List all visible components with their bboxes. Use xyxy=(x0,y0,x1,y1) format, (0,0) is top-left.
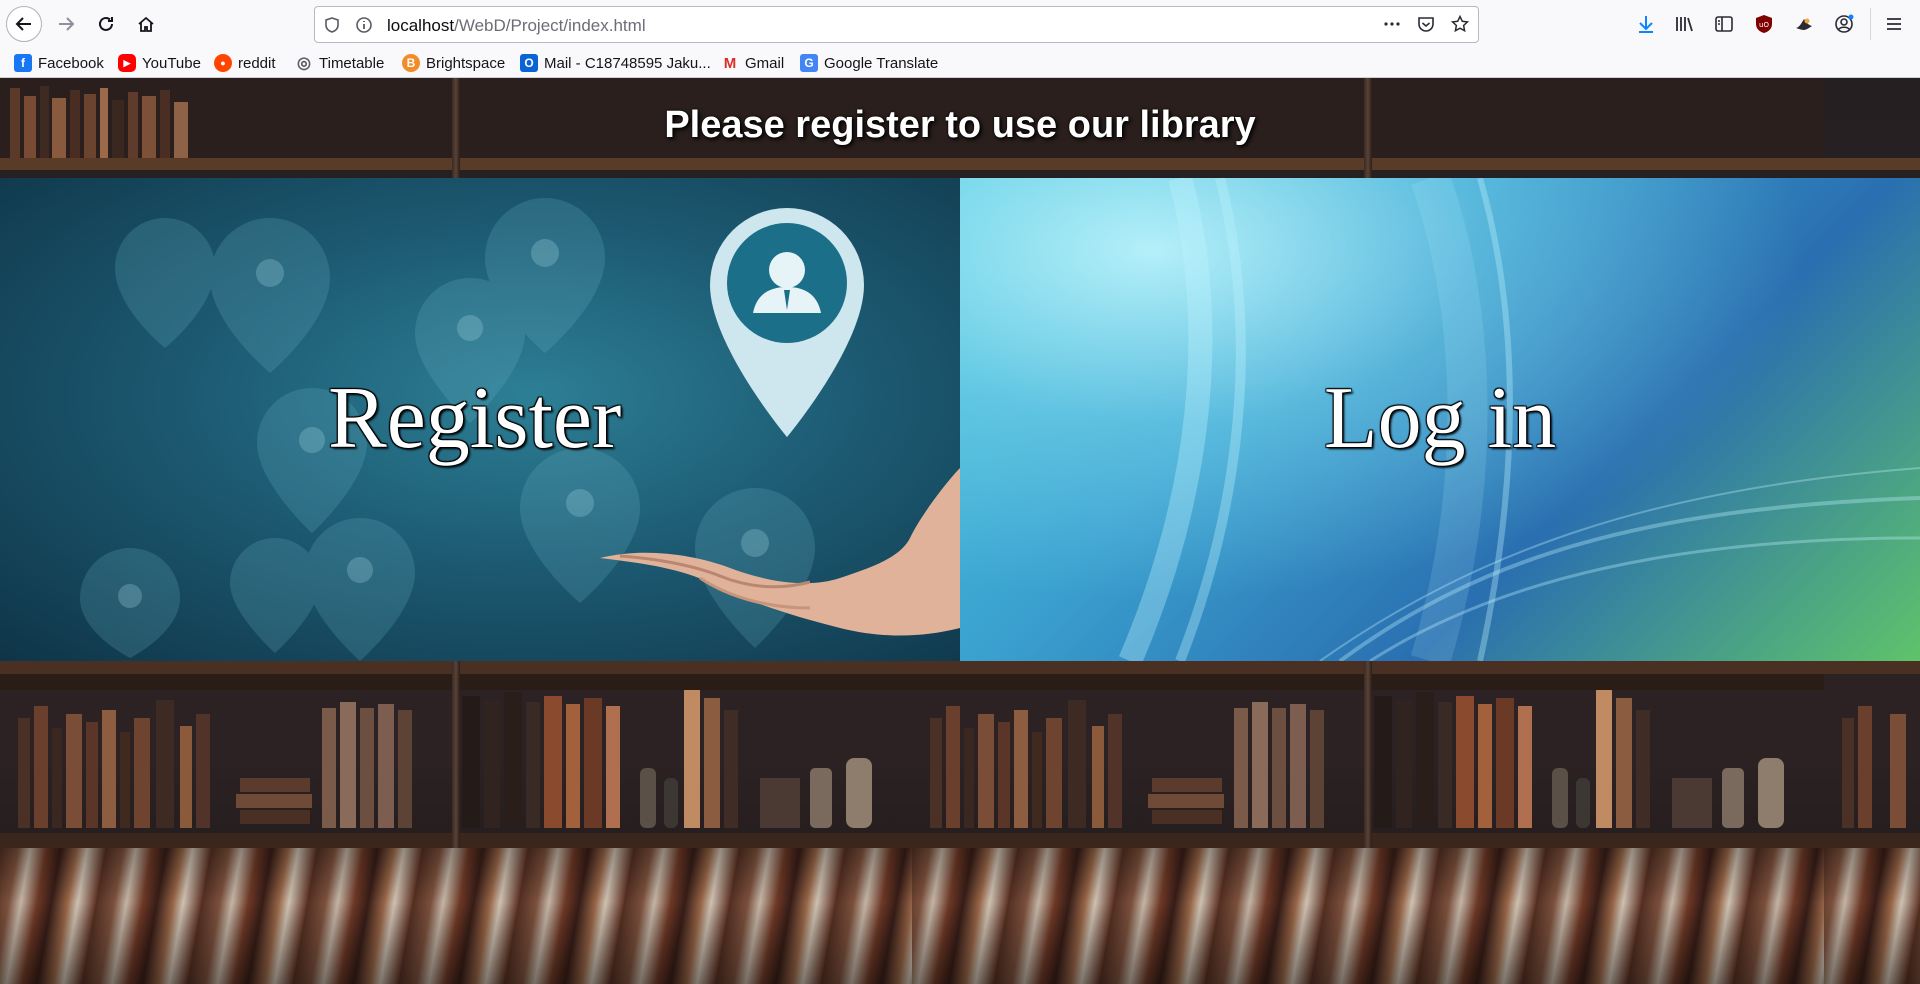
bookmarks-toolbar: f Facebook ▶ YouTube ● reddit ◎ Timetabl… xyxy=(0,48,1920,78)
forward-button[interactable] xyxy=(48,6,84,42)
sidebar-icon[interactable] xyxy=(1712,12,1736,36)
arrow-right-icon xyxy=(59,17,75,31)
bookmark-reddit[interactable]: ● reddit xyxy=(214,52,276,74)
site-info-icon[interactable] xyxy=(355,16,373,34)
home-button[interactable] xyxy=(128,6,164,42)
extension-icon[interactable] xyxy=(1792,12,1816,36)
bookmark-facebook[interactable]: f Facebook xyxy=(14,52,104,74)
url-text: localhost/WebD/Project/index.html xyxy=(387,16,646,36)
register-label[interactable]: Register xyxy=(0,368,960,469)
brightspace-icon: B xyxy=(402,54,420,72)
youtube-icon: ▶ xyxy=(118,54,136,72)
gmail-icon: M xyxy=(723,54,737,72)
account-icon[interactable] xyxy=(1832,12,1856,36)
bookmark-timetable[interactable]: ◎ Timetable xyxy=(295,52,384,74)
bookmark-label: reddit xyxy=(238,54,276,72)
url-path: /WebD/Project/index.html xyxy=(454,16,646,35)
url-host: localhost xyxy=(387,16,455,35)
navigation-toolbar: localhost/WebD/Project/index.html uO xyxy=(0,0,1920,48)
bookmark-youtube[interactable]: ▶ YouTube xyxy=(118,52,201,74)
star-icon[interactable] xyxy=(1450,14,1470,33)
address-bar[interactable]: localhost/WebD/Project/index.html xyxy=(314,6,1479,43)
bookmark-label: Facebook xyxy=(38,54,104,72)
google-translate-icon: G xyxy=(800,54,818,72)
globe-icon: ◎ xyxy=(297,55,311,72)
svg-text:uO: uO xyxy=(1759,21,1769,29)
bookmark-brightspace[interactable]: B Brightspace xyxy=(402,52,505,74)
login-panel[interactable]: Log in xyxy=(960,178,1920,661)
home-icon xyxy=(138,16,154,32)
register-panel[interactable]: Register xyxy=(0,178,960,661)
library-icon[interactable] xyxy=(1672,12,1696,36)
arrow-left-icon xyxy=(15,17,31,31)
hamburger-menu-icon[interactable] xyxy=(1882,12,1906,36)
browser-chrome: localhost/WebD/Project/index.html uO f F… xyxy=(0,0,1920,78)
tracking-shield-icon[interactable] xyxy=(323,16,341,34)
ublock-icon[interactable]: uO xyxy=(1752,12,1776,36)
bookmark-label: Timetable xyxy=(319,54,385,72)
reload-icon xyxy=(99,16,113,31)
reload-button[interactable] xyxy=(88,6,124,42)
bookmark-label: Mail - C18748595 Jaku... xyxy=(544,54,711,72)
facebook-icon: f xyxy=(14,54,32,72)
download-icon[interactable] xyxy=(1634,12,1658,36)
bookmark-gmail[interactable]: M Gmail xyxy=(721,52,784,74)
bookmark-label: Brightspace xyxy=(426,54,506,72)
page-viewport: Please register to use our library Regis… xyxy=(0,78,1920,984)
more-actions-icon[interactable] xyxy=(1383,15,1401,33)
pocket-icon[interactable] xyxy=(1417,15,1435,33)
back-button[interactable] xyxy=(6,6,42,42)
reddit-icon: ● xyxy=(214,54,232,72)
toolbar-separator xyxy=(1870,8,1871,40)
login-label[interactable]: Log in xyxy=(960,368,1920,469)
page-title: Please register to use our library xyxy=(664,104,1256,146)
bookmark-google-translate[interactable]: G Google Translate xyxy=(800,52,938,74)
outlook-icon: O xyxy=(520,54,538,72)
bookmark-label: Google Translate xyxy=(824,54,939,72)
bookmark-mail[interactable]: O Mail - C18748595 Jaku... xyxy=(520,52,711,74)
bookmark-label: YouTube xyxy=(142,54,201,72)
bookmark-label: Gmail xyxy=(745,54,785,72)
